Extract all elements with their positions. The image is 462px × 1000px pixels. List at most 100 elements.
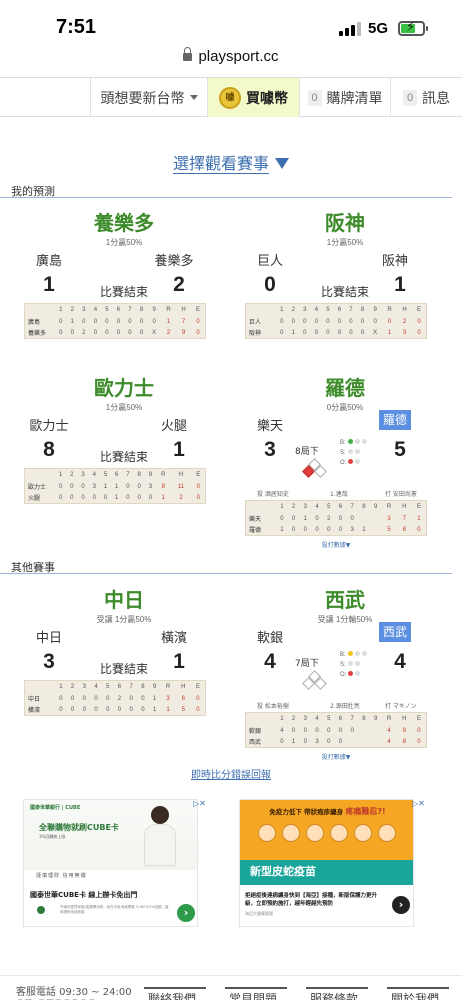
model-photo: [142, 806, 178, 866]
inning-indicator: 8局下: [295, 447, 319, 457]
linescore-cell: 0: [327, 526, 331, 533]
prediction-rate: 1分贏50%: [326, 238, 364, 247]
footer-link-faq[interactable]: 常見問題: [224, 987, 288, 1000]
currency-dropdown[interactable]: 頭想要新台幣: [90, 78, 207, 117]
linescore-cell: 0: [103, 494, 108, 501]
linescore-header: 2: [70, 307, 74, 313]
linescore-header: R: [386, 504, 392, 510]
linescore-cell: 1: [303, 515, 307, 522]
linescore-cell: 0: [94, 706, 98, 713]
linescore-team: 火腿: [28, 496, 41, 502]
linescore-cell: 0: [59, 695, 63, 702]
away-team: 樂天: [256, 419, 283, 434]
ad-headline: 全聯購物就刷CUBE卡: [39, 823, 119, 832]
linescore-cell: 0: [387, 318, 392, 325]
linescore-cell: 0: [280, 329, 284, 336]
signal-icon: [339, 22, 361, 36]
ad-choices-icon[interactable]: ▷✕: [412, 799, 425, 809]
home-score: 5: [394, 438, 406, 461]
game-card[interactable]: 羅德 0分贏50% 樂天 羅德 3 5 8局下 B: S: O: 投 酒居知史 1.連哉 打…: [245, 372, 445, 552]
ad-shingles-vaccine[interactable]: 免疫力低下 帶狀疱疹纏身 疼痛難忍?! 新型皮蛇疫苗 拒絕疫後連病纏身快到【海亞…: [239, 799, 414, 927]
linescore-cell: 4: [387, 727, 391, 734]
linescore-header: 7: [349, 307, 353, 313]
linescore-header: 4: [315, 504, 319, 510]
linescore-header: 9: [373, 307, 377, 313]
linescore-cell: 0: [373, 318, 377, 325]
linescore-cell: 0: [360, 329, 365, 336]
linescore-header: 4: [94, 684, 98, 690]
vaccine-banner: 新型皮蛇疫苗: [240, 860, 413, 885]
linescore-cell: 0: [106, 695, 110, 702]
away-team: 中日: [35, 631, 62, 646]
linescore-cell: 0: [82, 318, 86, 325]
select-game-link[interactable]: 選擇觀看賽事: [0, 150, 462, 174]
linescore-cell: 0: [141, 706, 145, 713]
away-score: 3: [264, 438, 276, 461]
cart-label: 購牌清單: [326, 89, 383, 106]
stats-toggle-link[interactable]: 投打數據▼: [245, 540, 427, 549]
lock-icon: [183, 47, 193, 61]
linescore-cell: 0: [126, 494, 130, 501]
linescore-cell: 8: [402, 526, 406, 533]
messages-button[interactable]: 0 訊息: [390, 78, 462, 117]
ad-cathay-cube-card[interactable]: 國泰世華銀行 | CUBE 全聯購物就刷CUBE卡 3%回饋無上限 謹慎理財 信…: [23, 799, 198, 927]
linescore-cell: 8: [161, 483, 165, 490]
buy-coins-button[interactable]: 噱買噱幣: [207, 78, 299, 117]
linescore-header: 5: [105, 307, 109, 313]
linescore-cell: 6: [181, 695, 185, 702]
linescore-header: 3: [81, 472, 85, 478]
linescore-cell: [370, 725, 382, 736]
linescore-cell: 1: [387, 329, 392, 336]
ad-choices-icon[interactable]: ▷✕: [193, 799, 206, 809]
linescore-cell: 1: [152, 706, 157, 713]
linescore-cell: 9: [181, 329, 186, 336]
clock: 7:51: [56, 16, 97, 38]
predicted-team: 歐力士: [94, 376, 154, 400]
linescore-cell: 0: [129, 706, 133, 713]
footer-link-terms[interactable]: 服務條款: [305, 987, 369, 1000]
ad-subtext: 3%回饋無上限: [39, 834, 66, 839]
url-bar[interactable]: playsport.cc: [0, 47, 462, 65]
linescore-header: 5: [106, 684, 110, 690]
ad-go-button[interactable]: ›: [177, 904, 195, 922]
bases-diamond-icon: [300, 458, 330, 478]
linescore-cell: 0: [59, 318, 63, 325]
linescore-cell: 2: [166, 329, 171, 336]
linescore-team: 巨人: [249, 320, 262, 326]
stats-toggle-link[interactable]: 投打數據▼: [245, 752, 427, 761]
game-status: 比賽結束: [99, 285, 148, 299]
linescore-cell: 0: [315, 515, 319, 522]
linescore-cell: 0: [417, 727, 421, 734]
score-error-report-link[interactable]: 即時比分錯誤回報: [0, 766, 462, 781]
linescore-cell: 0: [326, 318, 330, 325]
linescore-cell: 0: [81, 483, 85, 490]
ad-go-button[interactable]: ›: [392, 896, 410, 914]
prediction-rate: 受讓 1分贏50%: [96, 615, 152, 624]
pitcher: 投 松本裕樹: [257, 703, 289, 710]
chevron-down-icon: [189, 95, 198, 100]
linescore-cell: 0: [58, 483, 63, 490]
linescore-header: E: [416, 716, 421, 722]
game-card[interactable]: 養樂多 1分贏50% 廣島 養樂多 1 2 比賽結束 1 2 3 4 5 6 7 8 9 R H E 廣島 0 1 0 0 0 0…: [24, 207, 224, 387]
game-card[interactable]: 歐力士 1分贏50% 歐力士 火腿 8 1 比賽結束 1 2 3 4 5 6 7 8 9 R H E 歐力士 0 0 0 3 1…: [24, 372, 224, 552]
game-card[interactable]: 中日 受讓 1分贏50% 中日 橫濱 3 1 比賽結束 1 2 3 4 5 6 7 8 9 R H E 中日 0 0 0 0 0…: [24, 584, 224, 764]
cart-button[interactable]: 0 購牌清單: [299, 78, 390, 117]
linescore-cell: 0: [315, 526, 319, 533]
linescore-cell: 0: [128, 318, 132, 325]
linescore-cell: 0: [350, 727, 354, 734]
game-card[interactable]: 西武 受讓 1分輸50% 軟銀 西武 4 4 7局下 B: S: O: 投 松本裕樹 2.源…: [245, 584, 445, 764]
inning-indicator: 7局下: [295, 659, 319, 669]
on-base: 2.源田壯亮: [330, 703, 360, 710]
footer-link-about[interactable]: 關於我們: [386, 987, 450, 1000]
footer-link-contact[interactable]: 聯絡我們: [143, 987, 207, 1000]
linescore-cell: 1: [161, 494, 165, 501]
linescore-header: R: [165, 684, 171, 690]
currency-label: 頭想要新台幣: [100, 89, 185, 106]
linescore-cell: 0: [291, 526, 296, 533]
linescore-cell: 0: [94, 695, 98, 702]
cart-count: 0: [307, 89, 322, 106]
linescore-table: 1 2 3 4 5 6 7 8 9 R H E 廣島 0 1 0 0 0 0 0 0 0 1 7 0 養樂多 0 0 2 0 0 0 0 0 X 2 9…: [24, 303, 206, 339]
linescore-cell: 2: [327, 515, 331, 522]
game-card[interactable]: 阪神 1分贏50% 巨人 阪神 0 1 比賽結束 1 2 3 4 5 6 7 8 9 R H E 巨人 0 0 0 0 0 0 0 0…: [245, 207, 445, 387]
away-team: 巨人: [256, 254, 283, 269]
